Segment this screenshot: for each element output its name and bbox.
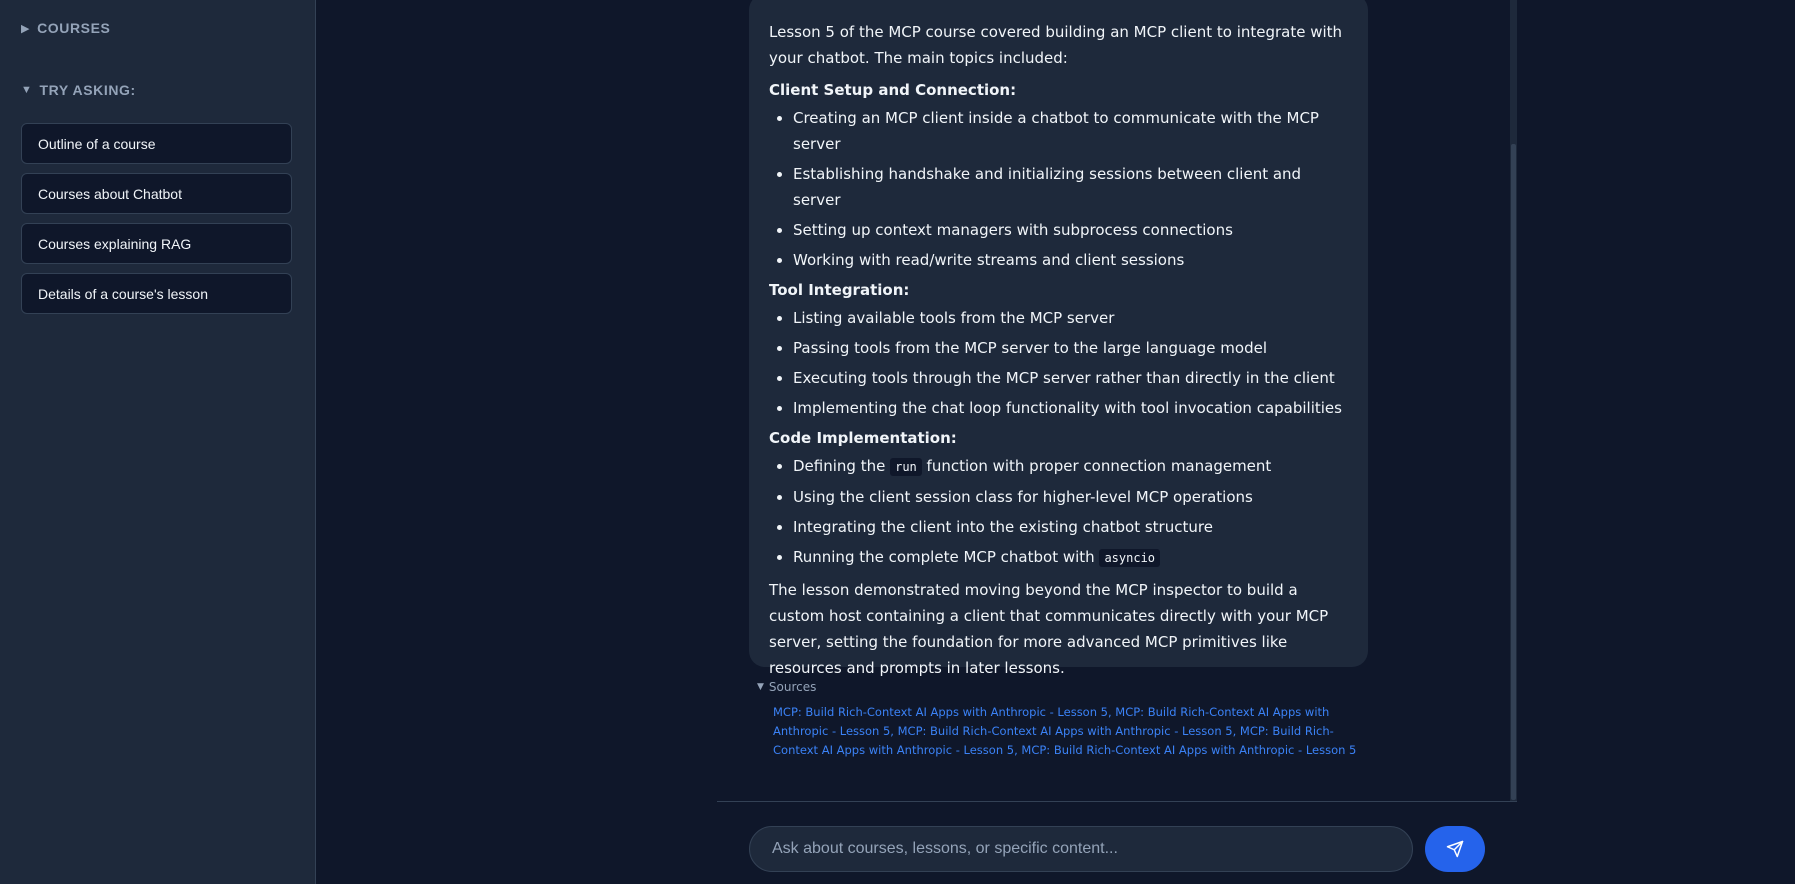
chat-input[interactable]	[770, 839, 1392, 859]
list-item-text: Integrating the client into the existing…	[793, 518, 1213, 536]
sources-label: Sources	[768, 680, 817, 694]
suggestion-courses-rag[interactable]: Courses explaining RAG	[21, 223, 292, 264]
list-item: Using the client session class for highe…	[793, 484, 1348, 510]
section-heading: Code Implementation:	[769, 429, 957, 447]
inline-code: asyncio	[1099, 549, 1161, 567]
section-heading: Client Setup and Connection:	[769, 81, 1017, 99]
suggestion-lesson-details[interactable]: Details of a course's lesson	[21, 273, 292, 314]
sources-toggle[interactable]: ▼ Sources	[757, 680, 1357, 694]
chevron-right-icon: ▶	[21, 22, 31, 35]
list-item: Passing tools from the MCP server to the…	[793, 335, 1348, 361]
suggestion-courses-chatbot[interactable]: Courses about Chatbot	[21, 173, 292, 214]
chevron-down-icon: ▼	[21, 84, 33, 96]
send-icon	[1446, 840, 1464, 858]
assistant-message: Lesson 5 of the MCP course covered build…	[749, 0, 1368, 677]
chat-scrollbar-thumb[interactable]	[1511, 144, 1516, 800]
message-outro: The lesson demonstrated moving beyond th…	[769, 581, 1329, 677]
bullet-list: Creating an MCP client inside a chatbot …	[769, 105, 1348, 273]
list-item: Setting up context managers with subproc…	[793, 217, 1348, 243]
list-item: Creating an MCP client inside a chatbot …	[793, 105, 1348, 157]
list-item: Implementing the chat loop functionality…	[793, 395, 1348, 421]
list-item: Listing available tools from the MCP ser…	[793, 305, 1348, 331]
list-item-text: Running the complete MCP chatbot with	[793, 548, 1100, 566]
sidebar: ▶ COURSES ▼ TRY ASKING: Outline of a cou…	[0, 0, 316, 884]
list-item: Executing tools through the MCP server r…	[793, 365, 1348, 391]
suggestion-list: Outline of a course Courses about Chatbo…	[21, 123, 292, 323]
bullet-list: Listing available tools from the MCP ser…	[769, 305, 1348, 421]
inline-code: run	[890, 458, 922, 476]
sources-links[interactable]: MCP: Build Rich-Context AI Apps with Ant…	[757, 703, 1357, 760]
sources-panel: ▼ Sources MCP: Build Rich-Context AI App…	[757, 680, 1357, 760]
list-item: Running the complete MCP chatbot with as…	[793, 544, 1348, 571]
app: ▶ COURSES ▼ TRY ASKING: Outline of a cou…	[0, 0, 1795, 884]
list-item: Integrating the client into the existing…	[793, 514, 1348, 540]
send-button[interactable]	[1425, 826, 1485, 872]
list-item-text: Defining the	[793, 457, 891, 475]
section-heading: Tool Integration:	[769, 281, 910, 299]
list-item-text: Using the client session class for highe…	[793, 488, 1253, 506]
courses-section-label: COURSES	[37, 20, 111, 36]
try-asking-section-toggle[interactable]: ▼ TRY ASKING:	[21, 82, 136, 98]
chevron-down-icon: ▼	[757, 682, 764, 692]
list-item: Working with read/write streams and clie…	[793, 247, 1348, 273]
chat-input-container	[749, 826, 1413, 872]
list-item: Establishing handshake and initializing …	[793, 161, 1348, 213]
courses-section-toggle[interactable]: ▶ COURSES	[21, 20, 111, 36]
list-item-text: function with proper connection manageme…	[921, 457, 1272, 475]
suggestion-outline-course[interactable]: Outline of a course	[21, 123, 292, 164]
bullet-list: Defining the run function with proper co…	[769, 453, 1348, 571]
message-intro: Lesson 5 of the MCP course covered build…	[769, 23, 1343, 67]
list-item: Defining the run function with proper co…	[793, 453, 1348, 480]
try-asking-section-label: TRY ASKING:	[39, 82, 136, 98]
